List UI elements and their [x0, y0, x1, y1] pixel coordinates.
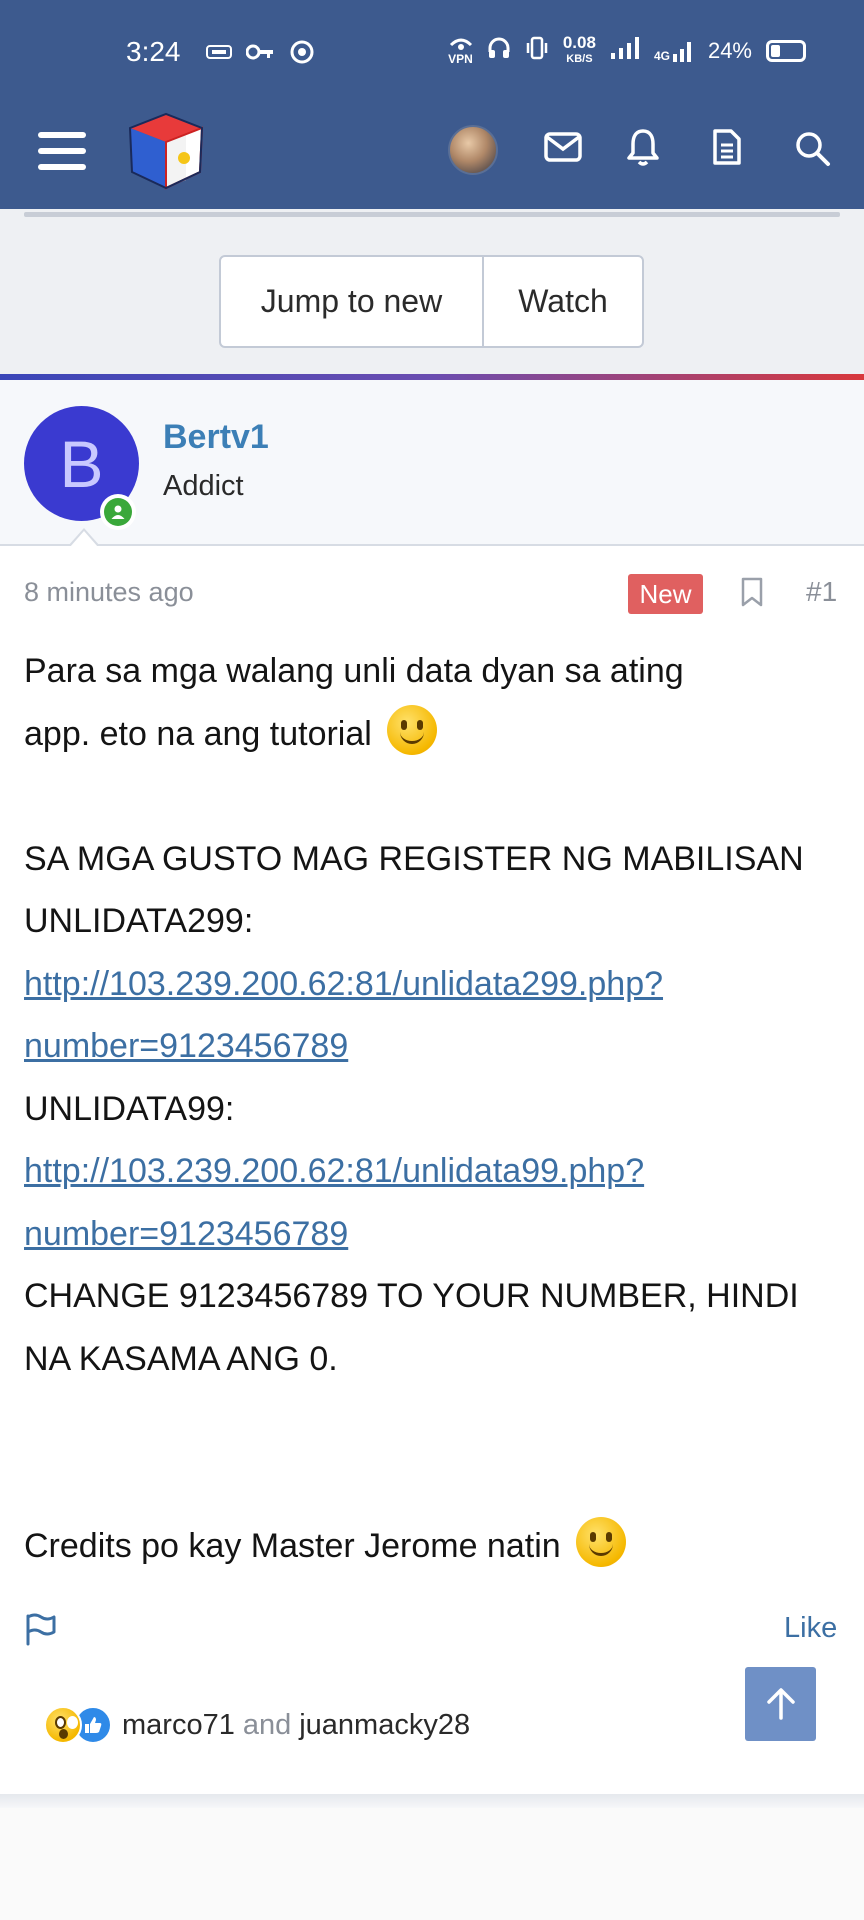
post-text: UNLIDATA299: — [24, 902, 254, 940]
vibrate-icon — [525, 36, 549, 66]
link-unlidata99[interactable]: http://103.239.200.62:81/unlidata99.php? — [24, 1140, 844, 1203]
signal-icon — [610, 36, 640, 66]
search-icon[interactable] — [795, 131, 831, 171]
post-text: NA KASAMA ANG 0. — [24, 1339, 338, 1378]
wow-reaction-icon — [44, 1706, 82, 1744]
bookmark-icon[interactable] — [740, 576, 764, 612]
battery-icon — [766, 40, 806, 62]
arrow-up-icon — [766, 1688, 795, 1720]
author-name[interactable]: Bertv1 — [163, 418, 269, 457]
post-text: CHANGE 9123456789 TO YOUR NUMBER, HINDI — [24, 1277, 799, 1315]
new-badge: New — [628, 574, 703, 614]
status-time: 3:24 — [126, 36, 181, 67]
link-unlidata299-cont[interactable]: number=9123456789 — [24, 1015, 844, 1078]
scroll-top-button[interactable] — [745, 1667, 816, 1741]
divider — [24, 212, 840, 217]
menu-icon[interactable] — [38, 127, 86, 175]
watch-button[interactable]: Watch — [484, 257, 642, 346]
post-text-line: app. eto na ang tutorial — [24, 703, 844, 766]
link-unlidata299[interactable]: http://103.239.200.62:81/unlidata299.php… — [24, 953, 844, 1016]
reactor-name[interactable]: marco71 — [122, 1709, 235, 1742]
reactor-name[interactable]: juanmacky28 — [299, 1709, 470, 1742]
like-button[interactable]: Like — [784, 1612, 837, 1645]
reactions-summary[interactable]: marco71 and juanmacky28 — [44, 1706, 470, 1744]
chrome-icon — [290, 40, 314, 64]
smile-emoji-icon — [576, 1517, 627, 1567]
document-icon[interactable] — [712, 128, 742, 170]
post-text-line: Credits po kay Master Jerome natin — [24, 1515, 844, 1578]
sim-icon — [206, 40, 232, 64]
post-text: SA MGA GUSTO MAG REGISTER NG MABILISAN — [24, 839, 804, 878]
jump-to-new-button[interactable]: Jump to new — [221, 257, 484, 346]
site-logo[interactable] — [126, 110, 206, 192]
reactions-joiner: and — [242, 1708, 292, 1741]
post-text: Para sa mga walang unli data dyan sa ati… — [24, 652, 684, 690]
smile-emoji-icon — [387, 704, 438, 755]
vpn-icon: VPN — [448, 37, 473, 65]
net-speed: 0.08 KB/S — [562, 33, 596, 65]
bell-icon[interactable] — [626, 127, 660, 171]
message-pointer — [68, 528, 100, 547]
status-right: VPN 0.08 KB/S 4G 24% — [448, 33, 806, 66]
post-time[interactable]: 8 minutes ago — [24, 577, 194, 608]
post-number[interactable]: #1 — [806, 576, 837, 608]
avatar[interactable] — [448, 125, 498, 175]
footer-divider — [0, 1794, 864, 1808]
online-status-icon — [100, 494, 136, 530]
mail-icon[interactable] — [544, 131, 582, 167]
status-bar: 3:24 VPN 0.08 KB/S 4G 24% — [0, 0, 864, 105]
link-unlidata99-cont[interactable]: number=9123456789 — [24, 1203, 844, 1266]
signal-4g-icon: 4G — [654, 39, 694, 63]
author-title: Addict — [163, 470, 244, 502]
system-nav-bar — [0, 1808, 864, 1920]
key-icon — [246, 40, 274, 64]
report-flag-icon[interactable] — [24, 1612, 58, 1650]
battery-percent: 24% — [707, 38, 752, 63]
post-text: UNLIDATA99: — [24, 1089, 235, 1128]
post-body: Para sa mga walang unli data dyan sa ati… — [24, 640, 844, 1578]
headphones-icon — [487, 36, 511, 66]
thread-button-group: Jump to new Watch — [219, 255, 644, 348]
